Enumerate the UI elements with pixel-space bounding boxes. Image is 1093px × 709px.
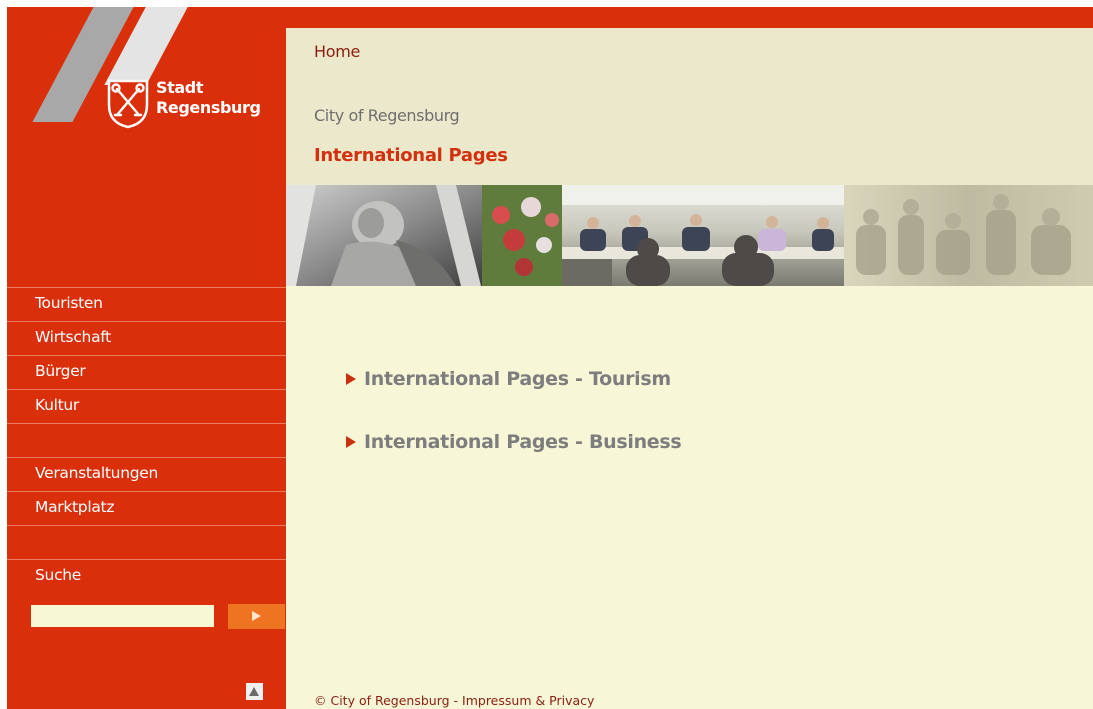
nav-item-touristen[interactable]: Touristen bbox=[7, 287, 286, 321]
breadcrumb-home[interactable]: Home bbox=[314, 42, 360, 61]
footer-copyright: © City of Regensburg - bbox=[314, 693, 463, 708]
nav-item-marktplatz[interactable]: Marktplatz bbox=[7, 491, 286, 525]
nav-spacer bbox=[7, 423, 286, 457]
city-logo[interactable]: Stadt Regensburg bbox=[7, 7, 286, 137]
link-label: International Pages - Tourism bbox=[364, 368, 671, 390]
nav-item-buerger[interactable]: Bürger bbox=[7, 355, 286, 389]
nav-item-wirtschaft[interactable]: Wirtschaft bbox=[7, 321, 286, 355]
back-to-top-button[interactable] bbox=[246, 683, 263, 700]
top-bar bbox=[286, 7, 1093, 28]
coat-of-arms-icon bbox=[107, 79, 149, 129]
nav-item-veranstaltungen[interactable]: Veranstaltungen bbox=[7, 457, 286, 491]
footer-imprint-link[interactable]: Impressum & Privacy bbox=[462, 693, 594, 708]
main-navigation: Touristen Wirtschaft Bürger Kultur Veran… bbox=[7, 287, 286, 593]
link-international-business[interactable]: International Pages - Business bbox=[346, 431, 682, 453]
site-name: City of Regensburg bbox=[314, 106, 460, 125]
banner-image bbox=[286, 185, 1093, 286]
logo-line-regensburg: Regensburg bbox=[156, 98, 261, 117]
content-area: International Pages - Tourism Internatio… bbox=[286, 286, 1093, 709]
logo-text: Stadt Regensburg bbox=[156, 78, 261, 118]
nav-item-suche[interactable]: Suche bbox=[7, 559, 286, 593]
nav-item-kultur[interactable]: Kultur bbox=[7, 389, 286, 423]
footer: © City of Regensburg - Impressum & Priva… bbox=[314, 693, 594, 708]
page-title: International Pages bbox=[314, 145, 508, 166]
logo-line-stadt: Stadt bbox=[156, 78, 204, 97]
main-area: Home City of Regensburg International Pa… bbox=[286, 7, 1093, 709]
link-arrow-icon bbox=[346, 436, 356, 448]
link-arrow-icon bbox=[346, 373, 356, 385]
play-arrow-icon bbox=[252, 611, 261, 621]
link-international-tourism[interactable]: International Pages - Tourism bbox=[346, 368, 671, 390]
search-button[interactable] bbox=[228, 604, 285, 629]
banner-collage-image bbox=[286, 185, 1093, 286]
search-form bbox=[7, 599, 286, 633]
sidebar: Stadt Regensburg Touristen Wirtschaft Bü… bbox=[7, 7, 286, 709]
search-input[interactable] bbox=[31, 605, 214, 627]
link-label: International Pages - Business bbox=[364, 431, 682, 453]
page-frame: Stadt Regensburg Touristen Wirtschaft Bü… bbox=[7, 7, 1093, 709]
back-to-top-icon bbox=[249, 687, 259, 696]
nav-spacer bbox=[7, 525, 286, 559]
page-header: Home City of Regensburg International Pa… bbox=[286, 28, 1093, 185]
